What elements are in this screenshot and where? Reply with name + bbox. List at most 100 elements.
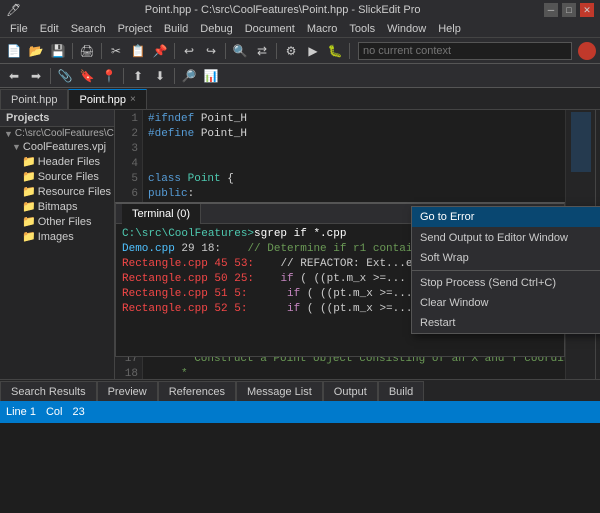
ctx-soft-wrap-label: Soft Wrap	[420, 252, 469, 264]
code-line-5: class Point {	[148, 172, 591, 187]
ctx-restart[interactable]: Restart Ctrl+; r	[412, 313, 600, 333]
toolbar-separator6	[349, 43, 350, 59]
tab-message-list[interactable]: Message List	[236, 381, 323, 401]
tab-references[interactable]: References	[158, 381, 236, 401]
sidebar-bitmaps-label: Bitmaps	[38, 201, 78, 213]
tb2-btn5[interactable]: 📍	[99, 66, 119, 86]
tree-arrow-vpj-icon: ▼	[12, 142, 21, 152]
tb2-btn7[interactable]: ⬇	[150, 66, 170, 86]
sidebar-header-label: Header Files	[38, 156, 100, 168]
terminal-tab-0[interactable]: Terminal (0)	[122, 204, 201, 224]
code-line-3	[148, 142, 591, 157]
stop-button[interactable]	[578, 42, 596, 60]
sidebar-item-source[interactable]: 📁 Source Files	[0, 169, 114, 184]
terminal-panel: Terminal (0) 📌 ⬜ ✕ C:\src\CoolFeatures>s…	[115, 202, 565, 357]
folder-resource-icon: 📁	[22, 185, 36, 198]
tb2-btn3[interactable]: 📎	[55, 66, 75, 86]
save-button[interactable]: 💾	[48, 41, 68, 61]
menu-macro[interactable]: Macro	[301, 20, 344, 37]
tab-search-results[interactable]: Search Results	[0, 381, 97, 401]
menu-project[interactable]: Project	[112, 20, 158, 37]
code-line-1: #ifndef Point_H	[148, 112, 591, 127]
tab-output[interactable]: Output	[323, 381, 378, 401]
debug-button[interactable]: 🐛	[325, 41, 345, 61]
menu-file[interactable]: File	[4, 20, 34, 37]
sidebar-root[interactable]: ▼ C:\src\CoolFeatures\CoolFeat...	[0, 127, 114, 140]
sidebar-item-header[interactable]: 📁 Header Files	[0, 154, 114, 169]
tab-build[interactable]: Build	[378, 381, 424, 401]
menu-edit[interactable]: Edit	[34, 20, 65, 37]
main-layout: Projects ▼ C:\src\CoolFeatures\CoolFeat.…	[0, 110, 600, 379]
folder-header-icon: 📁	[22, 155, 36, 168]
code-line-4	[148, 157, 591, 172]
close-button[interactable]: ✕	[580, 3, 594, 17]
copy-button[interactable]: 📋	[128, 41, 148, 61]
menu-search[interactable]: Search	[65, 20, 112, 37]
ctx-soft-wrap[interactable]: Soft Wrap	[412, 248, 600, 268]
code-line-2: #define Point_H	[148, 127, 591, 142]
minimize-button[interactable]: ─	[544, 3, 558, 17]
sidebar-images-label: Images	[38, 231, 74, 243]
titlebar: 🖊 Point.hpp - C:\src\CoolFeatures\Point.…	[0, 0, 600, 20]
sidebar-item-vpj[interactable]: ▼ CoolFeatures.vpj	[0, 140, 114, 154]
tb2-btn4[interactable]: 🔖	[77, 66, 97, 86]
run-button[interactable]: ▶	[303, 41, 323, 61]
tb2-btn8[interactable]: 🔎	[179, 66, 199, 86]
new-button[interactable]: 📄	[4, 41, 24, 61]
ctx-send-output[interactable]: Send Output to Editor Window ▶	[412, 227, 600, 248]
menu-debug[interactable]: Debug	[194, 20, 238, 37]
sidebar-item-images[interactable]: 📁 Images	[0, 229, 114, 244]
tb2-btn6[interactable]: ⬆	[128, 66, 148, 86]
ctx-restart-label: Restart	[420, 317, 455, 329]
maximize-button[interactable]: □	[562, 3, 576, 17]
replace-button[interactable]: ⇄	[252, 41, 272, 61]
tb2-sep3	[174, 68, 175, 84]
ctx-stop-process[interactable]: Stop Process (Send Ctrl+C) Ctrl+C	[412, 273, 600, 293]
tb2-btn9[interactable]: 📊	[201, 66, 221, 86]
menu-document[interactable]: Document	[239, 20, 301, 37]
context-input[interactable]	[358, 42, 572, 60]
paste-button[interactable]: 📌	[150, 41, 170, 61]
folder-other-icon: 📁	[22, 215, 36, 228]
cut-button[interactable]: ✂	[106, 41, 126, 61]
sidebar-item-other[interactable]: 📁 Other Files	[0, 214, 114, 229]
titlebar-controls: ─ □ ✕	[544, 3, 594, 17]
menu-help[interactable]: Help	[432, 20, 467, 37]
build-button[interactable]: ⚙	[281, 41, 301, 61]
menu-tools[interactable]: Tools	[343, 20, 381, 37]
toolbar2: ⬅ ➡ 📎 🔖 📍 ⬆ ⬇ 🔎 📊	[0, 64, 600, 88]
ctx-clear-window[interactable]: Clear Window Ctrl+; c	[412, 293, 600, 313]
sidebar-item-resource[interactable]: 📁 Resource Files	[0, 184, 114, 199]
ctx-stop-process-label: Stop Process (Send Ctrl+C)	[420, 277, 556, 289]
tb2-btn2[interactable]: ➡	[26, 66, 46, 86]
undo-button[interactable]: ↩	[179, 41, 199, 61]
tb2-btn1[interactable]: ⬅	[4, 66, 24, 86]
folder-source-icon: 📁	[22, 170, 36, 183]
tab-point-hpp-inactive[interactable]: Point.hpp	[0, 89, 68, 109]
tabbar: Point.hpp Point.hpp ×	[0, 88, 600, 110]
sidebar-other-label: Other Files	[38, 216, 92, 228]
sidebar-item-bitmaps[interactable]: 📁 Bitmaps	[0, 199, 114, 214]
menu-window[interactable]: Window	[381, 20, 432, 37]
ctx-clear-window-label: Clear Window	[420, 297, 488, 309]
sidebar-resource-label: Resource Files	[38, 186, 111, 198]
menubar: File Edit Search Project Build Debug Doc…	[0, 20, 600, 38]
print-button[interactable]: 🖨	[77, 41, 97, 61]
search-button[interactable]: 🔍	[230, 41, 250, 61]
sidebar-root-label: C:\src\CoolFeatures\CoolFeat...	[15, 128, 114, 139]
titlebar-title: Point.hpp - C:\src\CoolFeatures\Point.hp…	[145, 4, 421, 16]
tab-preview[interactable]: Preview	[97, 381, 158, 401]
menu-build[interactable]: Build	[158, 20, 194, 37]
tab-close-icon[interactable]: ×	[130, 94, 136, 105]
redo-button[interactable]: ↪	[201, 41, 221, 61]
tb2-sep2	[123, 68, 124, 84]
toolbar-separator5	[276, 43, 277, 59]
statusbar-col-label: Col	[46, 406, 63, 418]
context-menu: Go to Error Alt+1 Send Output to Editor …	[411, 206, 600, 334]
tab-point-hpp-active[interactable]: Point.hpp ×	[68, 89, 146, 109]
ctx-goto-error[interactable]: Go to Error Alt+1	[412, 207, 600, 227]
open-button[interactable]: 📂	[26, 41, 46, 61]
ctx-send-output-label: Send Output to Editor Window	[420, 232, 568, 244]
toolbar-separator3	[174, 43, 175, 59]
ctx-goto-error-label: Go to Error	[420, 211, 474, 223]
